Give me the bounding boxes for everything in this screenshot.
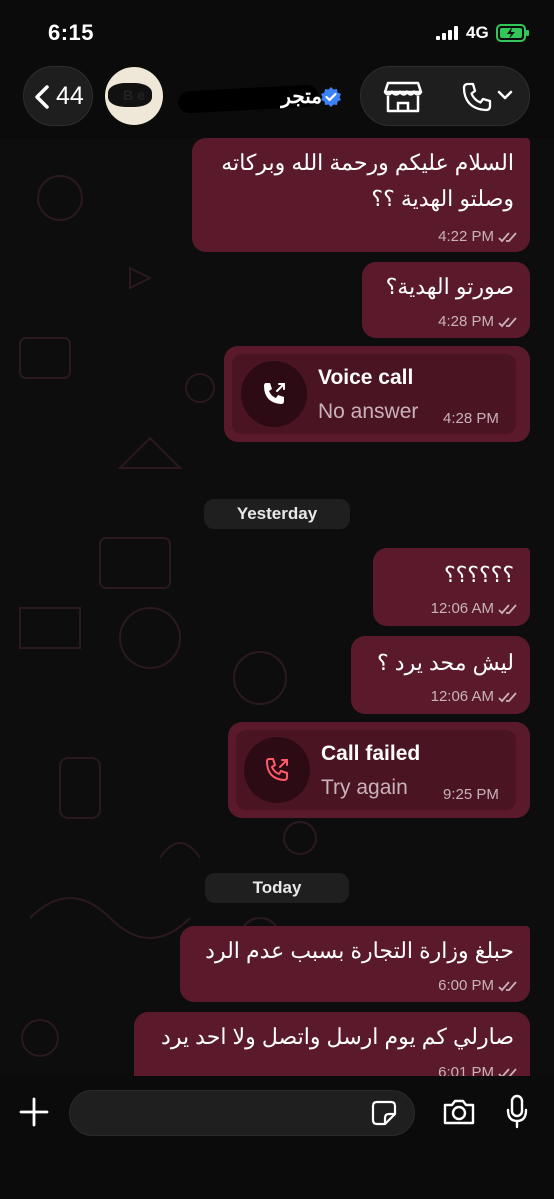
- message-text: السلام عليكم ورحمة الله وبركاته: [221, 150, 514, 175]
- avatar[interactable]: B e: [105, 67, 163, 125]
- store-icon[interactable]: [383, 80, 423, 114]
- chat-header: 44 B e متجر: [0, 62, 554, 138]
- call-icon-circle: [244, 737, 310, 803]
- date-separator: Yesterday: [204, 499, 350, 529]
- message-bubble[interactable]: ليش محد يرد ؟ 12:06 AM: [351, 636, 530, 714]
- failed-call-icon: [265, 758, 288, 782]
- message-time: 6:01 PM: [438, 1064, 518, 1076]
- contact-name[interactable]: متجر: [268, 84, 322, 109]
- battery-icon: [496, 24, 529, 42]
- call-title: Call failed: [321, 742, 421, 765]
- message-bubble[interactable]: صورتو الهدية؟ 4:28 PM: [362, 262, 530, 338]
- message-composer: [0, 1076, 554, 1199]
- message-time: 4:28 PM: [438, 313, 518, 330]
- back-button[interactable]: 44: [23, 66, 93, 126]
- message-text: ؟؟؟؟؟؟: [443, 562, 514, 587]
- plus-icon[interactable]: [18, 1096, 50, 1128]
- call-log-card[interactable]: Voice call No answer 4:28 PM: [224, 346, 530, 442]
- message-bubble[interactable]: ؟؟؟؟؟؟ 12:06 AM: [373, 548, 530, 626]
- status-bar: 6:15 4G: [0, 0, 554, 62]
- call-log-card[interactable]: Call failed Try again 9:25 PM: [228, 722, 530, 818]
- chevron-down-icon[interactable]: [497, 89, 513, 101]
- message-time: 4:22 PM: [438, 228, 518, 245]
- read-ticks-icon: [498, 981, 517, 992]
- chevron-left-icon: [35, 85, 49, 109]
- message-time: 12:06 AM: [431, 600, 518, 617]
- phone-icon[interactable]: [461, 81, 493, 113]
- camera-icon[interactable]: [442, 1098, 476, 1126]
- avatar-text: B e: [123, 87, 145, 103]
- microphone-icon[interactable]: [505, 1094, 529, 1130]
- message-text: حبلغ وزارة التجارة بسبب عدم الرد: [205, 938, 514, 963]
- message-bubble[interactable]: صارلي كم يوم ارسل واتصل ولا احد يرد 6:01…: [134, 1012, 530, 1076]
- call-icon-circle: [241, 361, 307, 427]
- read-ticks-icon: [498, 604, 517, 615]
- outgoing-call-icon: [264, 383, 285, 404]
- message-time: 6:00 PM: [438, 977, 518, 994]
- signal-icon: [436, 26, 458, 40]
- read-ticks-icon: [498, 1068, 517, 1076]
- chat-area[interactable]: السلام عليكم ورحمة الله وبركاته وصلتو ال…: [0, 138, 554, 1076]
- message-text: ليش محد يرد ؟: [377, 650, 514, 675]
- read-ticks-icon: [498, 317, 517, 328]
- call-time: 9:25 PM: [443, 786, 499, 803]
- read-ticks-icon: [498, 692, 517, 703]
- call-title: Voice call: [318, 366, 414, 389]
- call-subtitle: Try again: [321, 776, 408, 799]
- unread-count: 44: [56, 82, 84, 110]
- message-bubble[interactable]: حبلغ وزارة التجارة بسبب عدم الرد 6:00 PM: [180, 926, 530, 1002]
- verified-icon: [321, 87, 341, 107]
- header-actions: [360, 66, 530, 126]
- read-ticks-icon: [498, 232, 517, 243]
- network-label: 4G: [466, 23, 489, 42]
- status-time: 6:15: [48, 20, 95, 45]
- message-bubble[interactable]: السلام عليكم ورحمة الله وبركاته وصلتو ال…: [192, 138, 530, 252]
- call-subtitle: No answer: [318, 400, 419, 423]
- sticker-icon[interactable]: [371, 1100, 397, 1126]
- message-text: صورتو الهدية؟: [385, 274, 514, 299]
- message-time: 12:06 AM: [431, 688, 518, 705]
- message-text: صارلي كم يوم ارسل واتصل ولا احد يرد: [161, 1024, 514, 1049]
- call-time: 4:28 PM: [443, 410, 499, 427]
- message-input[interactable]: [69, 1090, 415, 1136]
- date-separator: Today: [205, 873, 349, 903]
- message-text: وصلتو الهدية ؟؟: [371, 186, 514, 211]
